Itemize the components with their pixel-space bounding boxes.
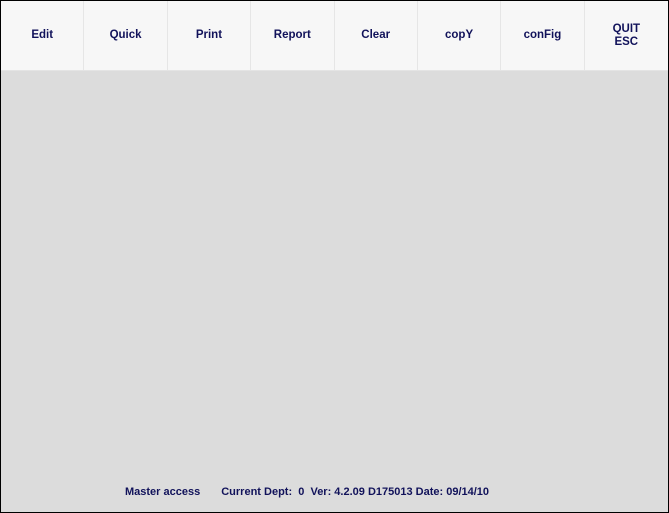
quit-button-label: QUIT ESC [613, 23, 640, 49]
quit-label-line-2: ESC [614, 35, 639, 48]
print-button-label: Print [195, 29, 223, 41]
copy-button-label: copY [445, 29, 474, 41]
access-level-text: Master access [125, 486, 201, 498]
edit-button-label: Edit [31, 29, 54, 41]
quick-button[interactable]: Quick [84, 1, 168, 70]
report-button-label: Report [273, 29, 311, 41]
menu-bar: Edit Quick Print Report Clear copY conFi… [1, 1, 668, 71]
status-bar: Master access Current Dept: 0 Ver: 4.2.0… [1, 472, 668, 512]
clear-button-label: Clear [361, 29, 391, 41]
version-info-text: Current Dept: 0 Ver: 4.2.09 D175013 Date… [221, 486, 490, 498]
edit-button[interactable]: Edit [1, 1, 85, 70]
copy-button[interactable]: copY [418, 1, 502, 70]
quick-button-label: Quick [109, 29, 142, 41]
clear-button[interactable]: Clear [335, 1, 418, 70]
quit-button[interactable]: QUIT ESC [585, 1, 668, 70]
config-button-label: conFig [523, 29, 562, 41]
report-button[interactable]: Report [251, 1, 335, 70]
print-button[interactable]: Print [168, 1, 252, 70]
quit-label-line-1: QUIT [612, 22, 641, 35]
application-window: Edit Quick Print Report Clear copY conFi… [0, 0, 669, 513]
config-button[interactable]: conFig [501, 1, 585, 70]
